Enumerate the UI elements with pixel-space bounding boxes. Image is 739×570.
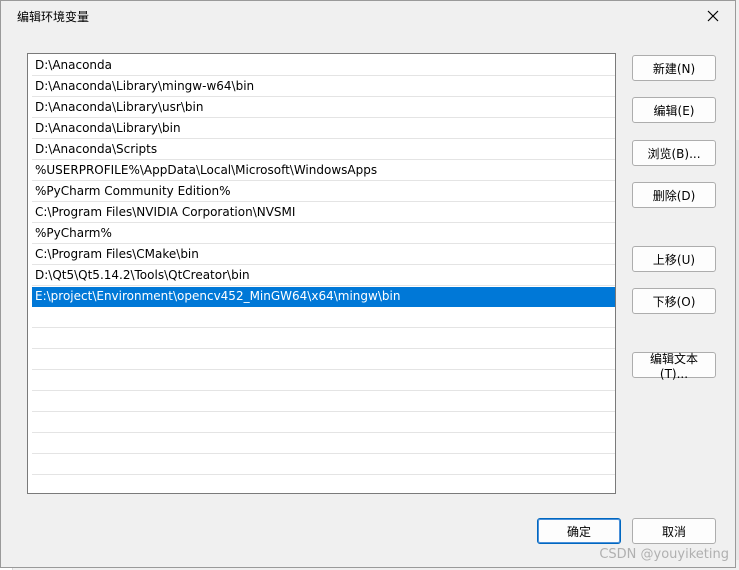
cancel-button[interactable]: 取消 (632, 518, 716, 544)
path-list-item[interactable]: C:\Program Files\NVIDIA Corporation\NVSM… (32, 203, 615, 223)
ok-button[interactable]: 确定 (537, 518, 621, 544)
path-item-text: D:\Anaconda\Library\usr\bin (35, 100, 204, 114)
path-list-item[interactable]: %USERPROFILE%\AppData\Local\Microsoft\Wi… (32, 161, 615, 181)
watermark: CSDN @youyiketing (599, 547, 729, 562)
path-item-text: C:\Program Files\NVIDIA Corporation\NVSM… (35, 205, 296, 219)
path-list-item[interactable]: D:\Anaconda (32, 56, 615, 76)
path-list-empty-row (32, 413, 615, 433)
move-up-button[interactable]: 上移(U) (632, 246, 716, 272)
path-list-empty-row (32, 350, 615, 370)
path-list-empty-row (32, 329, 615, 349)
path-list-item[interactable]: D:\Qt5\Qt5.14.2\Tools\QtCreator\bin (32, 266, 615, 286)
title-bar: 编辑环境变量 (1, 1, 735, 31)
edit-button[interactable]: 编辑(E) (632, 97, 716, 123)
path-list-item[interactable]: C:\Program Files\CMake\bin (32, 245, 615, 265)
path-item-text: C:\Program Files\CMake\bin (35, 247, 199, 261)
path-list-item[interactable]: %PyCharm% (32, 224, 615, 244)
close-icon (707, 10, 719, 22)
delete-button[interactable]: 删除(D) (632, 182, 716, 208)
path-item-text: E:\project\Environment\opencv452_MinGW64… (35, 289, 401, 303)
edit-text-button[interactable]: 编辑文本(T)... (632, 352, 716, 381)
path-list-empty-row (32, 371, 615, 391)
path-list-item[interactable]: D:\Anaconda\Library\mingw-w64\bin (32, 77, 615, 97)
path-list-item-selected[interactable]: E:\project\Environment\opencv452_MinGW64… (32, 287, 615, 307)
path-list-empty-row (32, 392, 615, 412)
dialog-title: 编辑环境变量 (17, 10, 90, 24)
path-item-text: D:\Anaconda\Library\mingw-w64\bin (35, 79, 255, 93)
edit-environment-variable-dialog: 编辑环境变量 D:\Anaconda D:\Anaconda\Library\m… (0, 0, 736, 568)
path-item-text: %PyCharm Community Edition% (35, 184, 231, 198)
new-button[interactable]: 新建(N) (632, 55, 716, 81)
path-list[interactable]: D:\Anaconda D:\Anaconda\Library\mingw-w6… (27, 53, 616, 494)
path-item-text: D:\Anaconda\Scripts (35, 142, 158, 156)
path-list-item[interactable]: D:\Anaconda\Library\usr\bin (32, 98, 615, 118)
path-item-text: %USERPROFILE%\AppData\Local\Microsoft\Wi… (35, 163, 378, 177)
path-item-text: %PyCharm% (35, 226, 112, 240)
close-button[interactable] (699, 4, 727, 28)
path-list-empty-row (32, 308, 615, 328)
path-list-item[interactable]: D:\Anaconda\Library\bin (32, 119, 615, 139)
path-list-empty-row (32, 455, 615, 475)
path-list-item[interactable]: D:\Anaconda\Scripts (32, 140, 615, 160)
path-list-empty-row (32, 434, 615, 454)
path-list-item[interactable]: %PyCharm Community Edition% (32, 182, 615, 202)
path-item-text: D:\Qt5\Qt5.14.2\Tools\QtCreator\bin (35, 268, 250, 282)
move-down-button[interactable]: 下移(O) (632, 288, 716, 314)
path-item-text: D:\Anaconda (35, 58, 113, 72)
path-item-text: D:\Anaconda\Library\bin (35, 121, 181, 135)
browse-button[interactable]: 浏览(B)... (632, 140, 716, 166)
